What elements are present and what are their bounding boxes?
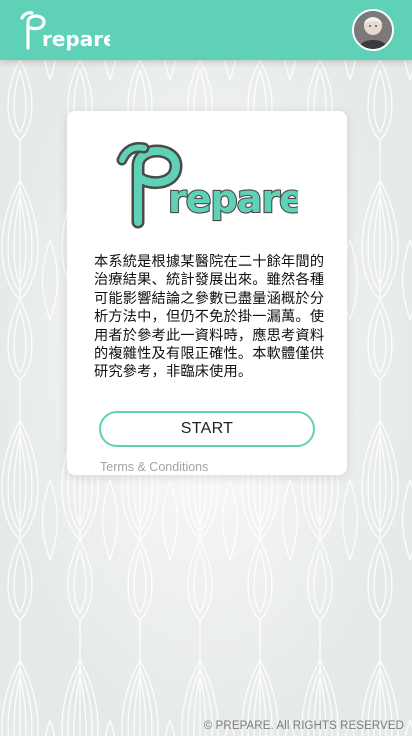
header-logo-text: repare bbox=[42, 27, 110, 51]
card-logo-text: repare bbox=[168, 177, 298, 221]
start-button[interactable]: START bbox=[99, 411, 315, 447]
disclaimer-card: repare 本系統是根據某醫院在二十餘年間的治療結果、統計發展出來。雖然各種可… bbox=[67, 111, 347, 475]
copyright-footer: © PREPARE. All RIGHTS RESERVED bbox=[203, 720, 404, 732]
disclaimer-text: 本系統是根據某醫院在二十餘年間的治療結果、統計發展出來。雖然各種可能影響結論之參… bbox=[94, 254, 325, 381]
user-avatar[interactable] bbox=[352, 9, 394, 51]
avatar-photo-icon bbox=[354, 11, 392, 49]
terms-conditions-link[interactable]: Terms & Conditions bbox=[100, 460, 208, 474]
header-logo[interactable]: repare bbox=[18, 8, 110, 54]
app-header: repare bbox=[0, 0, 412, 60]
prepare-logo: repare bbox=[116, 142, 298, 229]
